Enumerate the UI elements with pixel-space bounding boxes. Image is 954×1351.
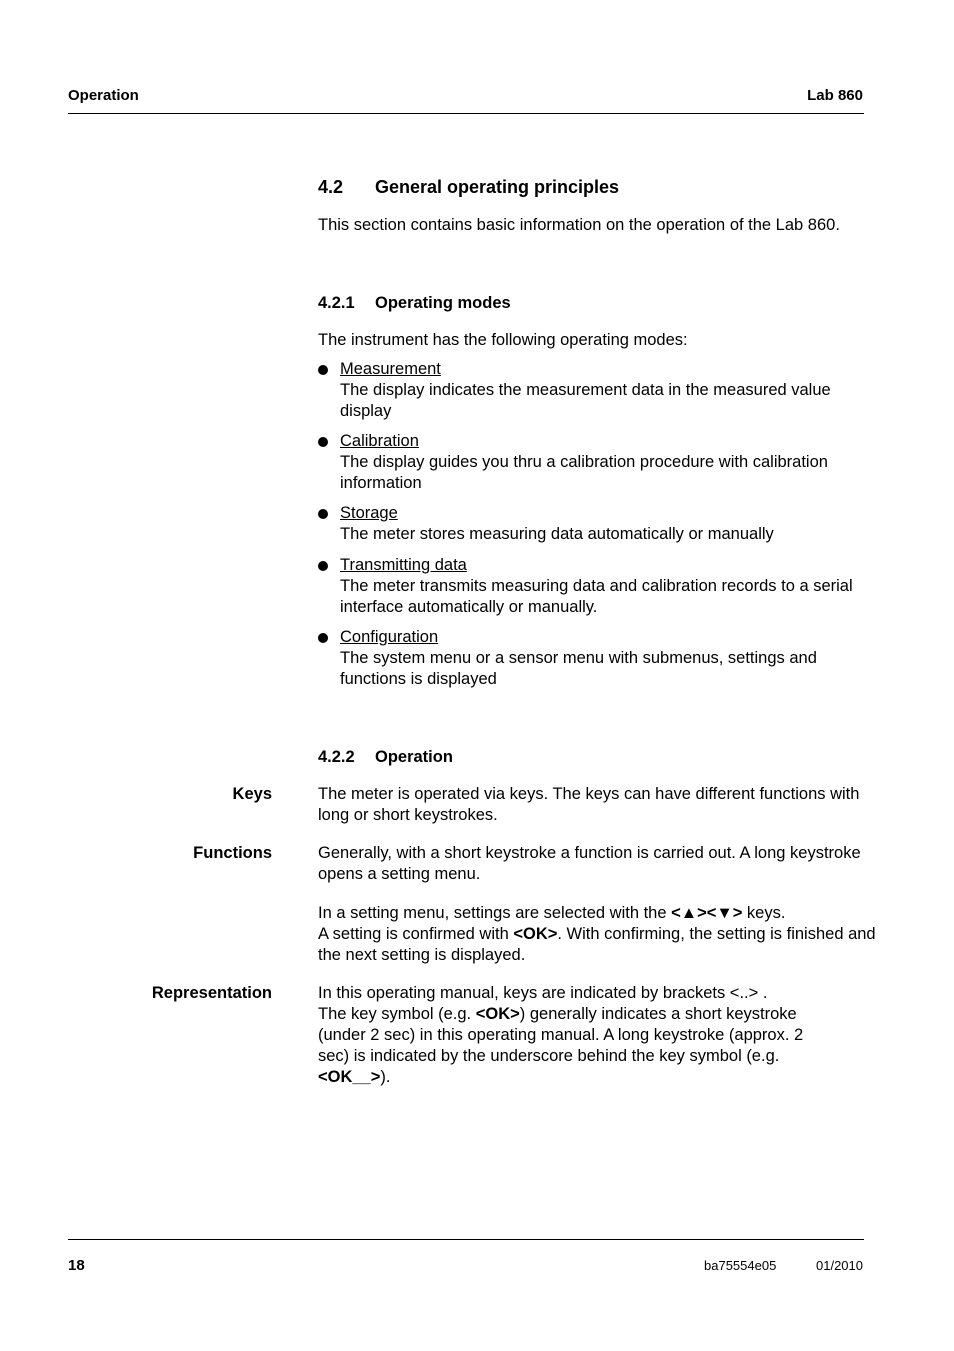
keys-text: The meter is operated via keys. The keys… [318, 785, 860, 824]
text-span: A setting is confirmed with [318, 925, 514, 943]
text-span: In this operating manual, keys are indic… [318, 984, 768, 1002]
header-rule [68, 113, 864, 114]
text-span: In a setting menu, settings are selected… [318, 904, 672, 922]
subsection-heading-operation: 4.2.2 Operation [318, 748, 453, 767]
functions-text: Generally, with a short keystroke a func… [318, 844, 861, 883]
list-item-storage: Storage The meter stores measuring data … [318, 503, 878, 545]
section-heading: 4.2 General operating principles [318, 177, 619, 198]
list-item-measurement: Measurement The display indicates the me… [318, 359, 878, 422]
modes-intro: The instrument has the following operati… [318, 331, 688, 349]
margin-label-functions: Functions [193, 844, 272, 862]
header-product: Lab 860 [807, 87, 863, 104]
mode-description: The meter stores measuring data automati… [340, 525, 774, 543]
bullet-icon [318, 561, 328, 571]
margin-label-representation: Representation [151, 984, 272, 1002]
section-intro: This section contains basic information … [318, 216, 840, 234]
text-span: ). [380, 1068, 391, 1086]
header-chapter: Operation [68, 87, 139, 104]
list-item-configuration: Configuration The system menu or a senso… [318, 627, 878, 690]
subsection-title: Operation [375, 748, 453, 766]
mode-description: The meter transmits measuring data and c… [340, 577, 853, 616]
doc-date: 01/2010 [816, 1258, 863, 1273]
mode-description: The system menu or a sensor menu with su… [340, 649, 817, 688]
bullet-icon [318, 633, 328, 643]
bullet-icon [318, 509, 328, 519]
subsection-heading-modes: 4.2.1 Operating modes [318, 294, 511, 313]
doc-id: ba75554e05 [704, 1258, 777, 1273]
subsection-number: 4.2.1 [318, 294, 355, 312]
footer-rule [68, 1239, 864, 1240]
mode-title: Storage [340, 504, 398, 522]
margin-label-keys: Keys [232, 785, 272, 803]
mode-description: The display indicates the measurement da… [340, 381, 831, 420]
mode-title: Configuration [340, 628, 439, 646]
text-span: The key symbol (e.g. [318, 1005, 476, 1023]
subsection-title: Operating modes [375, 294, 511, 312]
mode-title: Measurement [340, 360, 441, 378]
section-number: 4.2 [318, 177, 344, 197]
ok-long-key-symbol: <OK__> [318, 1068, 381, 1086]
arrow-keys-symbol: <▲><▼> [671, 904, 743, 922]
bullet-icon [318, 437, 328, 447]
mode-title: Transmitting data [340, 556, 467, 574]
subsection-number: 4.2.2 [318, 748, 355, 766]
functions-setting-text: In a setting menu, settings are selected… [318, 903, 878, 966]
list-item-calibration: Calibration The display guides you thru … [318, 431, 878, 494]
mode-title: Calibration [340, 432, 419, 450]
ok-key-symbol: <OK> [475, 1005, 520, 1023]
page-number: 18 [68, 1257, 85, 1274]
mode-description: The display guides you thru a calibratio… [340, 453, 828, 492]
representation-text: In this operating manual, keys are indic… [318, 983, 838, 1088]
ok-key-symbol: <OK> [513, 925, 558, 943]
list-item-transmitting: Transmitting data The meter transmits me… [318, 555, 878, 618]
section-title: General operating principles [375, 177, 620, 197]
text-span: keys. [742, 904, 786, 922]
bullet-icon [318, 365, 328, 375]
